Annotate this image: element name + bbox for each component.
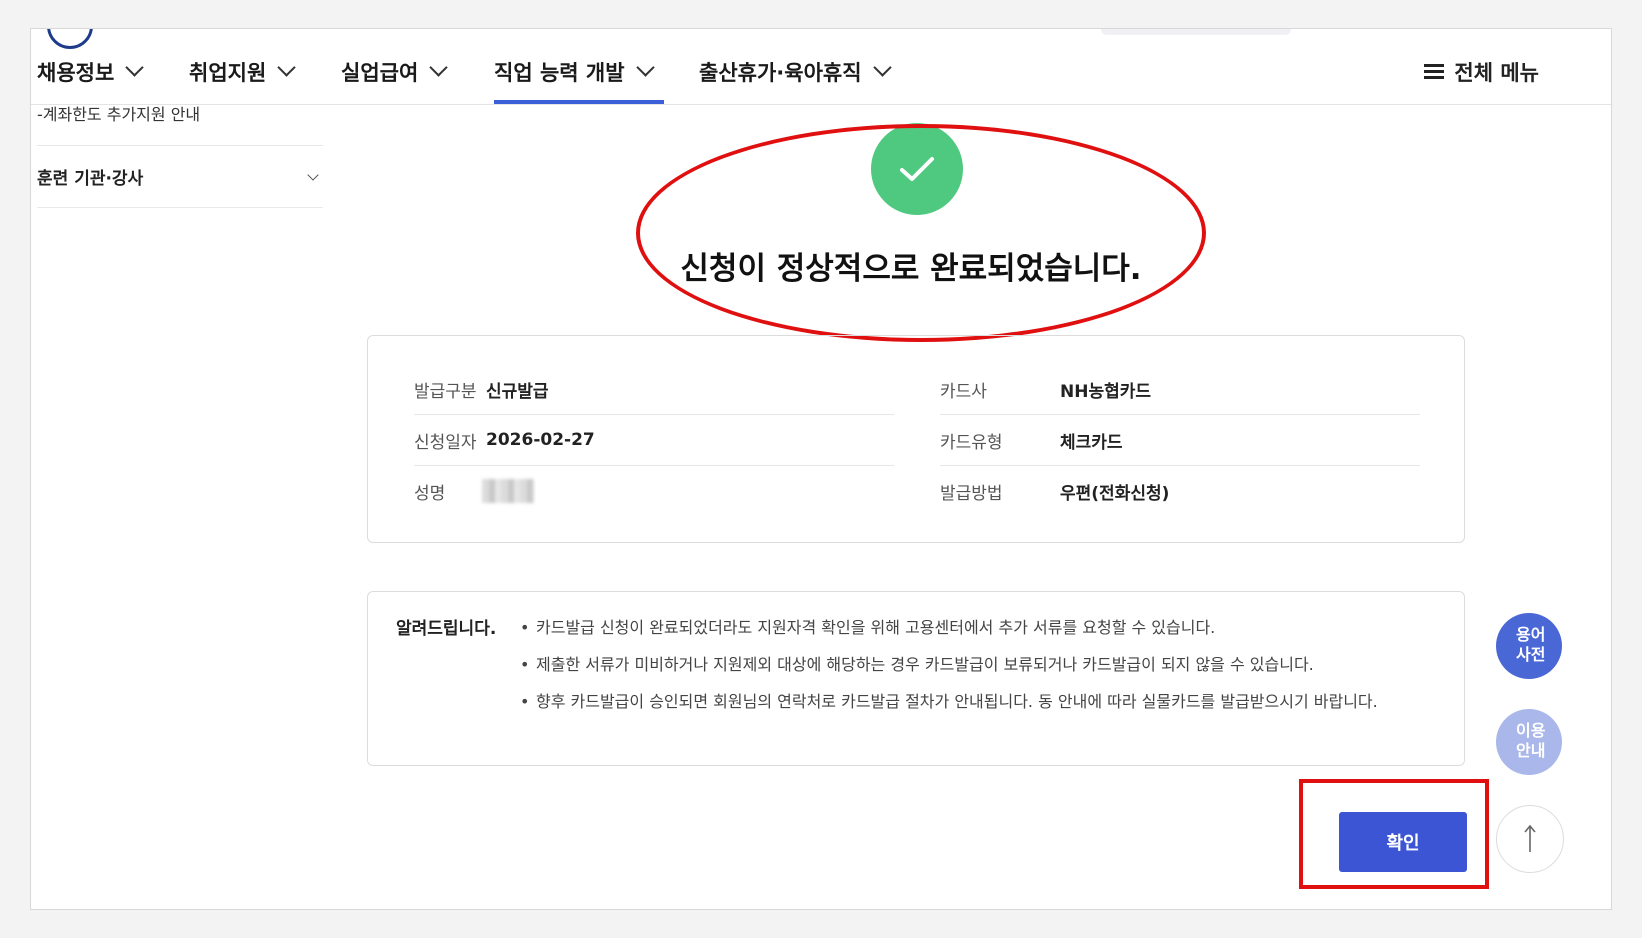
chevron-down-icon [307, 168, 319, 181]
detail-value: 우편(전화신청) [1060, 483, 1170, 504]
chevron-down-icon [277, 58, 296, 77]
all-menu-button[interactable]: 전체 메뉴 [1424, 57, 1539, 87]
global-nav: 채용정보 취업지원 실업급여 직업 능력 개발 출산휴가·육아휴직 전체 메뉴 [31, 29, 1611, 105]
notice-title: 알려드립니다. [396, 619, 497, 639]
detail-row-card-company: 카드사 NH농협카드 [940, 364, 1420, 415]
application-details: 발급구분 신규발급 신청일자 2026-02-27 성명 카드사 NH농협카드 … [367, 335, 1465, 543]
guide-button[interactable]: 이용 안내 [1496, 709, 1562, 775]
browser-frame: 채용정보 취업지원 실업급여 직업 능력 개발 출산휴가·육아휴직 전체 메뉴 … [30, 28, 1612, 910]
detail-row-apply-date: 신청일자 2026-02-27 [414, 415, 894, 466]
highlight-ellipse [636, 124, 1206, 342]
detail-row-name: 성명 [414, 466, 894, 516]
nav-item-label: 출산휴가·육아휴직 [699, 61, 862, 85]
chevron-down-icon [635, 58, 655, 77]
redacted-name [482, 479, 534, 503]
detail-label: 발급구분 [414, 381, 477, 402]
detail-value: 체크카드 [1060, 432, 1123, 453]
notice-list: 카드발급 신청이 완료되었더라도 지원자격 확인을 위해 고용센터에서 추가 서… [520, 612, 1420, 723]
detail-value: 2026-02-27 [486, 430, 595, 450]
all-menu-label: 전체 메뉴 [1454, 61, 1539, 85]
nav-item-unemployment-benefit[interactable]: 실업급여 [341, 57, 448, 104]
detail-label: 성명 [414, 483, 446, 504]
detail-value: 신규발급 [486, 381, 549, 402]
detail-row-card-type: 카드유형 체크카드 [940, 415, 1420, 466]
nav-item-label: 취업지원 [189, 61, 267, 85]
sidebar-sub-item[interactable]: -계좌한도 추가지원 안내 [37, 101, 200, 125]
notice-item: 제출한 서류가 미비하거나 지원제외 대상에 해당하는 경우 카드발급이 보류되… [520, 649, 1420, 681]
detail-label: 발급방법 [940, 483, 1003, 504]
chevron-down-icon [429, 58, 448, 77]
scroll-top-button[interactable] [1496, 805, 1564, 873]
nav-item-employment-support[interactable]: 취업지원 [189, 57, 296, 104]
notice-item: 향후 카드발급이 승인되면 회원님의 연락처로 카드발급 절차가 안내됩니다. … [520, 686, 1420, 718]
confirm-button[interactable]: 확인 [1339, 812, 1467, 872]
nav-item-label: 채용정보 [37, 61, 115, 85]
detail-value: NH농협카드 [1060, 381, 1152, 402]
nav-item-recruit-info[interactable]: 채용정보 [37, 57, 144, 104]
chevron-down-icon [125, 58, 144, 77]
notice-item: 카드발급 신청이 완료되었더라도 지원자격 확인을 위해 고용센터에서 추가 서… [520, 612, 1420, 644]
notice-box: 알려드립니다. 카드발급 신청이 완료되었더라도 지원자격 확인을 위해 고용센… [367, 591, 1465, 766]
nav-item-label: 실업급여 [341, 61, 419, 85]
nav-item-label: 직업 능력 개발 [494, 61, 625, 85]
detail-label: 카드유형 [940, 432, 1003, 453]
glossary-button[interactable]: 용어 사전 [1496, 613, 1562, 679]
nav-item-skill-development[interactable]: 직업 능력 개발 [494, 57, 664, 104]
detail-row-issue-method: 발급방법 우편(전화신청) [940, 466, 1420, 516]
hamburger-icon [1424, 64, 1445, 80]
sidebar-group-label: 훈련 기관·강사 [37, 169, 144, 189]
arrow-up-icon [1524, 824, 1536, 852]
detail-label: 카드사 [940, 381, 987, 402]
detail-label: 신청일자 [414, 432, 477, 453]
detail-row-issue-type: 발급구분 신규발급 [414, 364, 894, 415]
nav-item-parental-leave[interactable]: 출산휴가·육아휴직 [699, 57, 892, 104]
sidebar-group-training[interactable]: 훈련 기관·강사 [37, 145, 323, 208]
chevron-down-icon [872, 58, 892, 77]
